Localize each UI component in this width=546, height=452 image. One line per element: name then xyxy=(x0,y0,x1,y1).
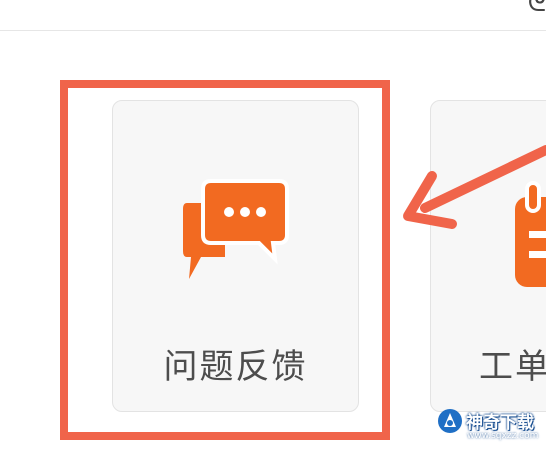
watermark-logo-icon xyxy=(438,409,462,433)
clipboard-icon xyxy=(515,181,546,287)
ticket-tile[interactable]: 工单 xyxy=(430,100,546,412)
watermark-name: 神奇下载 xyxy=(466,413,534,433)
feedback-tile[interactable]: 问题反馈 xyxy=(112,100,359,412)
watermark-url: www.sqxzz.com xyxy=(467,431,539,441)
feedback-label: 问题反馈 xyxy=(163,347,308,387)
ticket-label: 工单 xyxy=(479,347,546,387)
watermark: 神奇下载 www.sqxzz.com xyxy=(436,402,546,452)
top-bar: ᘓ xyxy=(0,0,546,31)
chat-bubbles-icon xyxy=(183,179,289,279)
topbar-partial-icon: ᘓ xyxy=(527,0,546,18)
